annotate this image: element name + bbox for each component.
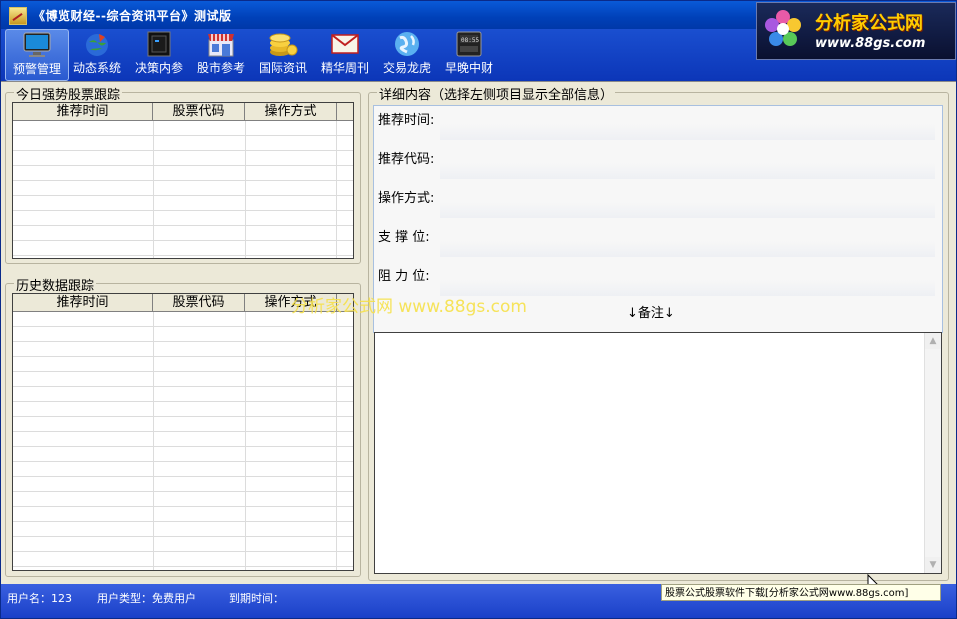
toolbar-item-decision[interactable]: 决策内参 (128, 29, 190, 79)
earth-icon (395, 32, 419, 56)
history-group-title: 历史数据跟踪 (14, 275, 97, 294)
history-tracking-group: 历史数据跟踪 推荐时间 股票代码 操作方式 (5, 275, 361, 577)
watermark-text: 分析家公式网 www.88gs.com (291, 297, 527, 317)
table-body (13, 312, 353, 570)
toolbar-label: 精华周刊 (320, 61, 369, 75)
storefront-icon (208, 34, 234, 57)
toolbar-item-dynamic[interactable]: 动态系统 (66, 29, 128, 79)
brand-logo: 分析家公式网 www.88gs.com (756, 2, 956, 60)
column-divider (336, 312, 337, 570)
svg-text:08:55: 08:55 (461, 37, 479, 44)
table-body (13, 121, 353, 258)
window-title: 《博览财经--综合资讯平台》测试版 (33, 9, 232, 23)
field-value-support (440, 241, 935, 257)
download-link[interactable]: 股票公式股票软件下载[分析家公式网www.88gs.com] (661, 584, 941, 601)
status-username: 用户名：123 (7, 592, 72, 605)
app-chart-icon[interactable] (9, 7, 27, 25)
toolbar-label: 动态系统 (72, 61, 121, 75)
envelope-icon (331, 34, 359, 54)
history-stocks-table[interactable]: 推荐时间 股票代码 操作方式 (12, 293, 354, 571)
field-label-recommend-code: 推荐代码: (378, 152, 435, 167)
toolbar-label: 决策内参 (134, 61, 183, 75)
column-header-code[interactable]: 股票代码 (153, 294, 245, 311)
remarks-label: ↓备注↓ (627, 306, 675, 321)
today-stocks-table[interactable]: 推荐时间 股票代码 操作方式 (12, 102, 354, 259)
coins-icon (269, 33, 298, 56)
toolbar-label: 国际资讯 (258, 61, 307, 75)
clock-device-icon: 08:55 (456, 31, 482, 57)
toolbar-item-finance[interactable]: 08:55 早晚中财 (438, 29, 500, 79)
toolbar-item-intl-news[interactable]: 国际资讯 (252, 29, 314, 79)
toolbar-label: 早晚中财 (444, 61, 493, 75)
column-header-code[interactable]: 股票代码 (153, 103, 245, 120)
field-value-operation (440, 202, 935, 218)
toolbar-item-alerts[interactable]: 预警管理 (5, 29, 69, 81)
field-value-recommend-time (440, 124, 935, 140)
today-strong-stocks-group: 今日强势股票跟踪 推荐时间 股票代码 操作方式 (5, 84, 361, 264)
scroll-up-icon[interactable]: ▲ (925, 333, 941, 349)
toolbar-item-market-ref[interactable]: 股市参考 (190, 29, 252, 79)
detail-group-title: 详细内容（选择左侧项目显示全部信息） (377, 84, 616, 103)
column-header-time[interactable]: 推荐时间 (13, 294, 153, 311)
flower-logo-icon (765, 10, 801, 46)
detail-content-group: 详细内容（选择左侧项目显示全部信息） 推荐时间: 推荐代码: 操作方式: 支 撑… (368, 84, 949, 581)
column-divider (245, 312, 246, 570)
logo-url: www.88gs.com (815, 36, 926, 51)
field-label-operation: 操作方式: (378, 191, 435, 206)
column-divider (245, 121, 246, 258)
column-divider (153, 312, 154, 570)
toolbar-label: 交易龙虎 (382, 61, 431, 75)
logo-title: 分析家公式网 (815, 13, 923, 34)
remarks-scrollbar[interactable]: ▲ ▼ (924, 333, 941, 573)
toolbar-label: 预警管理 (12, 62, 61, 76)
scroll-down-icon[interactable]: ▼ (925, 557, 941, 573)
globe-rocket-icon (86, 34, 108, 56)
table-header: 推荐时间 股票代码 操作方式 (13, 103, 353, 121)
toolbar-label: 股市参考 (196, 61, 245, 75)
toolbar-item-weekly[interactable]: 精华周刊 (314, 29, 376, 79)
column-divider (153, 121, 154, 258)
today-group-title: 今日强势股票跟踪 (14, 84, 123, 103)
column-header-operation[interactable]: 操作方式 (245, 103, 337, 120)
status-bar: 用户名：123 用户类型：免费用户 到期时间： 股票公式股票软件下载[分析家公式… (1, 584, 956, 618)
toolbar-item-trading[interactable]: 交易龙虎 (376, 29, 438, 79)
remarks-textarea[interactable]: ▲ ▼ (374, 332, 942, 574)
field-label-resistance: 阻 力 位: (378, 269, 430, 284)
status-expiry: 到期时间： (229, 592, 284, 605)
status-user-type: 用户类型：免费用户 (97, 592, 196, 605)
field-value-recommend-code (440, 163, 935, 179)
column-divider (336, 121, 337, 258)
app-window: 《博览财经--综合资讯平台》测试版 预警管理 动态系统 决策内参 股市参考 国际… (0, 0, 957, 619)
column-header-time[interactable]: 推荐时间 (13, 103, 153, 120)
monitor-icon (23, 32, 51, 57)
main-content: 今日强势股票跟踪 推荐时间 股票代码 操作方式 历史数据跟踪 推荐时间 股票代码 (1, 81, 956, 595)
film-panel-icon (147, 31, 171, 57)
field-label-support: 支 撑 位: (378, 230, 430, 245)
field-label-recommend-time: 推荐时间: (378, 113, 435, 128)
